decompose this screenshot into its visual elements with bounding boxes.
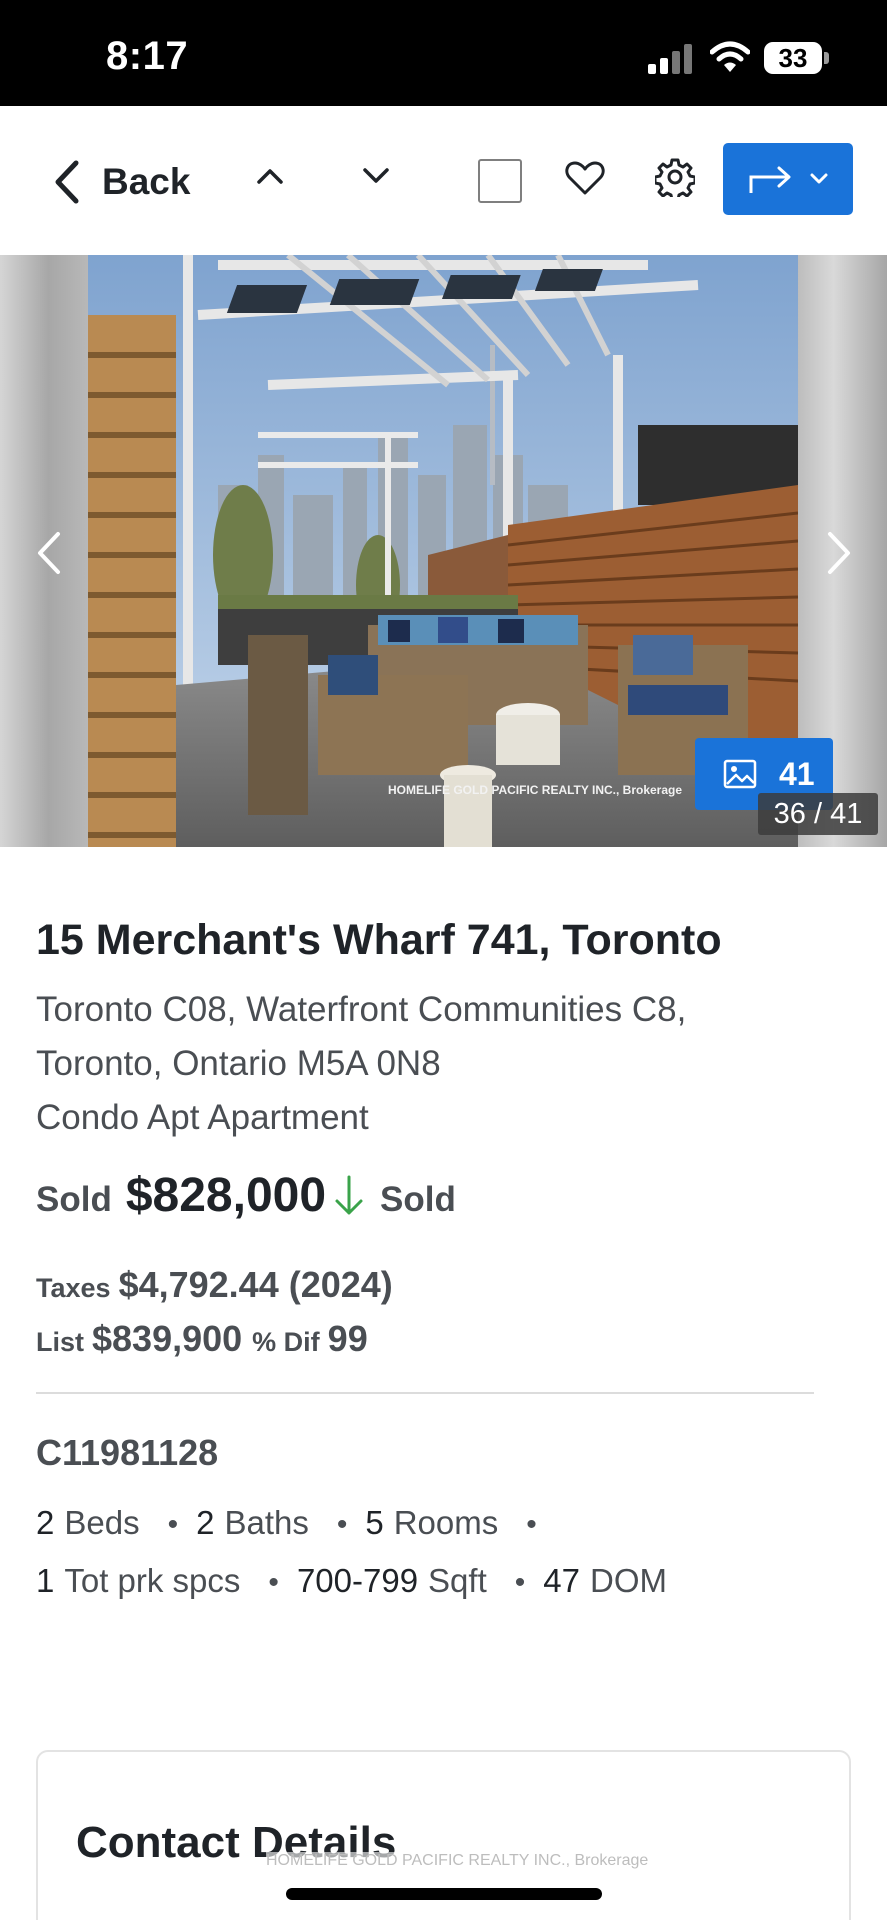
- photo-index: 36 / 41: [758, 793, 878, 835]
- list-value: $839,900: [92, 1318, 243, 1359]
- select-checkbox[interactable]: [478, 159, 522, 203]
- sold-label: Sold: [36, 1180, 112, 1219]
- chevron-right-icon: [828, 532, 850, 574]
- address-line-2: Toronto, Ontario M5A 0N8: [36, 1044, 441, 1083]
- features-row-2: 1 Tot prk spcs • 700-799 Sqft • 47 DOM: [36, 1562, 667, 1600]
- separator-dot: •: [514, 1566, 526, 1599]
- share-arrow-icon: [749, 166, 791, 193]
- previous-listing-button[interactable]: [250, 156, 290, 196]
- beds-count: 2: [36, 1504, 55, 1541]
- taxes-label: Taxes: [36, 1273, 111, 1303]
- dom-count: 47: [543, 1562, 580, 1599]
- separator-dot: •: [526, 1508, 537, 1541]
- chevron-down-icon: [810, 173, 828, 184]
- cellular-signal-icon: [648, 44, 694, 74]
- settings-button[interactable]: [652, 154, 698, 200]
- divider: [36, 1392, 814, 1394]
- chevron-down-icon: [363, 168, 389, 183]
- beds-label: Beds: [64, 1504, 140, 1541]
- battery-tip: [824, 52, 829, 64]
- list-label: List: [36, 1327, 85, 1357]
- photo-watermark: HOMELIFE GOLD PACIFIC REALTY INC., Broke…: [388, 783, 683, 797]
- wifi-icon: [709, 40, 751, 74]
- dom-label: DOM: [589, 1562, 667, 1599]
- toolbar: Back: [0, 106, 887, 254]
- next-photo-button[interactable]: [818, 528, 858, 578]
- battery-icon: 33: [764, 42, 822, 74]
- home-indicator[interactable]: [286, 1888, 602, 1900]
- mls-number: C11981128: [36, 1432, 219, 1473]
- separator-dot: •: [336, 1508, 348, 1541]
- sqft-label: Sqft: [428, 1562, 487, 1599]
- sold-status: Sold: [380, 1180, 456, 1219]
- taxes-row: Taxes $4,792.44 (2024): [36, 1264, 393, 1306]
- listing-title: 15 Merchant's Wharf 741, Toronto: [36, 916, 722, 964]
- status-time: 8:17: [106, 34, 189, 78]
- back-label: Back: [102, 161, 191, 202]
- chevron-left-icon: [38, 532, 60, 574]
- favorite-button[interactable]: [562, 156, 608, 200]
- baths-count: 2: [196, 1504, 215, 1541]
- sqft-range: 700-799: [296, 1562, 419, 1599]
- features-row-1: 2 Beds • 2 Baths • 5 Rooms •: [36, 1504, 555, 1542]
- sold-price: $828,000: [125, 1169, 327, 1222]
- baths-label: Baths: [224, 1504, 309, 1541]
- list-price-row: List $839,900 % Dif 99: [36, 1318, 368, 1360]
- next-listing-button[interactable]: [356, 156, 396, 196]
- previous-photo-button[interactable]: [30, 528, 70, 578]
- contact-watermark: HOMELIFE GOLD PACIFIC REALTY INC., Broke…: [266, 1852, 649, 1870]
- dif-label: % Dif: [252, 1327, 320, 1357]
- back-button[interactable]: Back: [52, 154, 190, 210]
- battery-level: 33: [778, 43, 808, 73]
- photo-gallery[interactable]: HOMELIFE GOLD PACIFIC REALTY INC., Broke…: [0, 255, 887, 847]
- parking-label: Tot prk spcs: [64, 1562, 241, 1599]
- parking-count: 1: [36, 1562, 55, 1599]
- image-icon: [723, 759, 757, 789]
- photo-count: 41: [779, 755, 815, 792]
- gear-icon: [655, 158, 695, 197]
- chevron-left-icon: [55, 160, 79, 204]
- property-type: Condo Apt Apartment: [36, 1098, 369, 1137]
- heart-icon: [565, 161, 605, 195]
- address-line-1: Toronto C08, Waterfront Communities C8,: [36, 990, 687, 1029]
- chevron-up-icon: [257, 169, 283, 184]
- sold-price-row: Sold $828,000 Sold: [36, 1168, 456, 1224]
- dif-value: 99: [327, 1318, 368, 1359]
- separator-dot: •: [167, 1508, 179, 1541]
- separator-dot: •: [268, 1566, 279, 1599]
- share-button[interactable]: [723, 143, 853, 215]
- arrow-down-icon: [335, 1175, 363, 1215]
- rooftop-terrace-image: [88, 255, 798, 847]
- rooms-count: 5: [365, 1504, 384, 1541]
- taxes-value: $4,792.44 (2024): [118, 1264, 393, 1305]
- status-bar: 8:17 33: [0, 0, 887, 106]
- rooms-label: Rooms: [393, 1504, 499, 1541]
- listing-photo[interactable]: HOMELIFE GOLD PACIFIC REALTY INC., Broke…: [88, 255, 798, 847]
